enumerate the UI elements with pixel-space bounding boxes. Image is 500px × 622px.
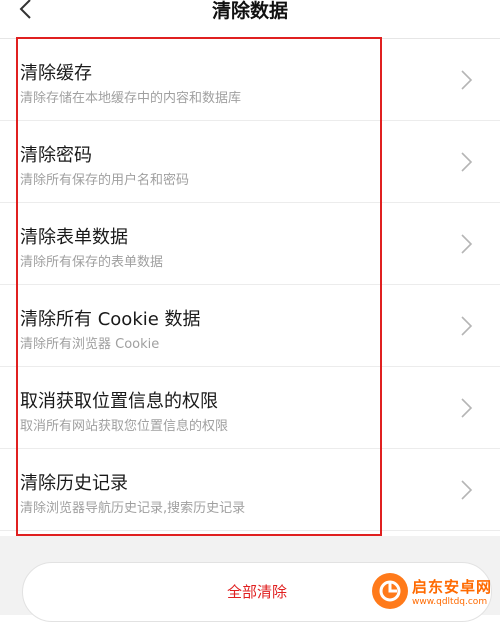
watermark-text: 启东安卓网 www.qdltdq.com <box>412 576 492 607</box>
chevron-right-icon <box>461 152 473 172</box>
item-subtitle: 清除浏览器导航历史记录,搜索历史记录 <box>20 501 246 516</box>
item-subtitle: 清除所有保存的用户名和密码 <box>20 173 190 188</box>
chevron-right-icon <box>461 480 473 500</box>
chevron-right-icon <box>461 316 473 336</box>
page-title: 清除数据 <box>211 0 288 22</box>
item-subtitle: 清除存储在本地缓存中的内容和数据库 <box>20 91 242 106</box>
item-title: 清除表单数据 <box>20 227 128 248</box>
watermark-name: 启东安卓网 <box>412 577 493 596</box>
watermark-url: www.qdltdq.com <box>412 596 488 607</box>
list-item-clear-form-data[interactable]: 清除表单数据 清除所有保存的表单数据 <box>0 203 500 285</box>
list-item-clear-cookies[interactable]: 清除所有 Cookie 数据 清除所有浏览器 Cookie <box>0 285 500 367</box>
item-subtitle: 清除所有保存的表单数据 <box>20 255 164 270</box>
list-item-clear-passwords[interactable]: 清除密码 清除所有保存的用户名和密码 <box>0 121 500 203</box>
item-subtitle: 取消所有网站获取您位置信息的权限 <box>20 419 229 434</box>
item-title: 清除缓存 <box>20 63 92 84</box>
item-title: 清除密码 <box>20 145 92 166</box>
chevron-right-icon <box>461 398 473 418</box>
list-item-revoke-location[interactable]: 取消获取位置信息的权限 取消所有网站获取您位置信息的权限 <box>0 367 500 449</box>
item-title: 清除历史记录 <box>20 473 128 494</box>
item-subtitle: 清除所有浏览器 Cookie <box>20 337 160 352</box>
chevron-right-icon <box>461 234 473 254</box>
item-title: 取消获取位置信息的权限 <box>20 391 218 412</box>
chevron-right-icon <box>461 70 473 90</box>
list-item-clear-cache[interactable]: 清除缓存 清除存储在本地缓存中的内容和数据库 <box>0 39 500 121</box>
item-title: 清除所有 Cookie 数据 <box>20 309 201 330</box>
header: 清除数据 <box>0 0 500 39</box>
watermark: 启东安卓网 www.qdltdq.com <box>372 570 497 612</box>
watermark-logo-icon <box>372 573 408 609</box>
list-item-clear-history[interactable]: 清除历史记录 清除浏览器导航历史记录,搜索历史记录 <box>0 449 500 531</box>
clear-data-list: 清除缓存 清除存储在本地缓存中的内容和数据库 清除密码 清除所有保存的用户名和密… <box>0 39 500 531</box>
